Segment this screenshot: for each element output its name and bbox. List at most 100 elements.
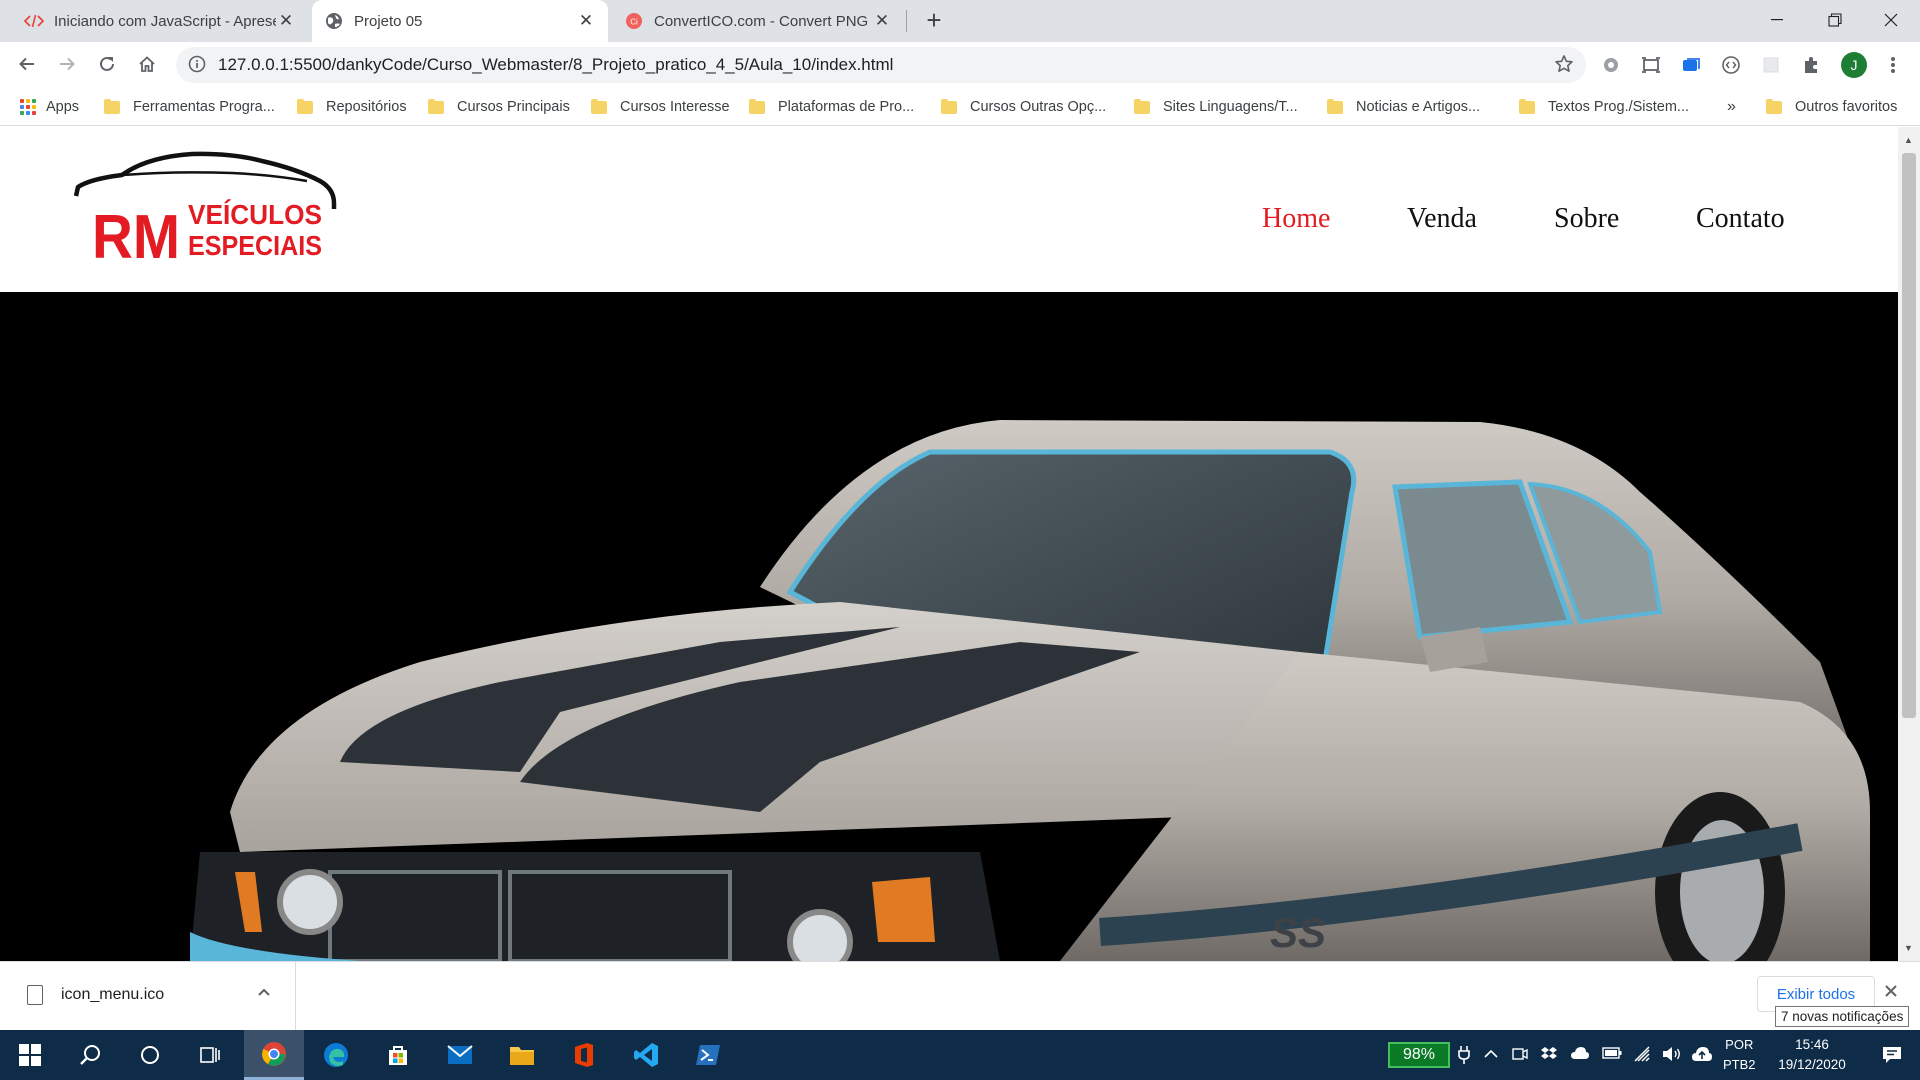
converter-icon: Ci xyxy=(624,11,644,31)
scroll-up-icon[interactable]: ▲ xyxy=(1904,135,1913,145)
new-tab-button[interactable]: + xyxy=(919,6,949,36)
folder-icon xyxy=(1134,98,1150,114)
logo-letters: RM xyxy=(92,203,180,261)
svg-text:Ci: Ci xyxy=(630,18,638,27)
input-language[interactable]: POR PTB2 xyxy=(1723,1035,1756,1075)
nav-sobre[interactable]: Sobre xyxy=(1554,203,1619,235)
download-item[interactable]: icon_menu.ico xyxy=(0,962,296,1030)
menu-dots-icon[interactable] xyxy=(1880,52,1906,78)
hero-car-image: SS xyxy=(190,420,1870,961)
file-explorer-taskbar-icon[interactable] xyxy=(492,1030,552,1080)
hero-badge-text: SS xyxy=(1270,909,1326,956)
profile-avatar[interactable]: J xyxy=(1841,52,1867,78)
bookmark-folder[interactable]: Repositórios xyxy=(297,97,407,117)
site-logo[interactable]: RM VEÍCULOS ESPECIAIS xyxy=(72,151,342,261)
bookmark-folder[interactable]: Cursos Principais xyxy=(428,97,570,117)
extension-gear-icon[interactable] xyxy=(1598,52,1624,78)
system-clock[interactable]: 15:46 19/12/2020 xyxy=(1770,1035,1854,1075)
notification-tooltip: 7 novas notificações xyxy=(1775,1006,1910,1027)
bookmark-other-favorites[interactable]: Outros favoritos xyxy=(1766,97,1897,117)
code-extension-icon[interactable] xyxy=(1718,52,1744,78)
close-tab-icon[interactable]: ✕ xyxy=(872,11,892,31)
folder-icon xyxy=(749,98,765,114)
screenshot-extension-icon[interactable] xyxy=(1638,52,1664,78)
office-taskbar-icon[interactable] xyxy=(554,1030,614,1080)
bookmark-folder[interactable]: Textos Prog./Sistem... xyxy=(1519,97,1689,117)
tab-projeto-05[interactable]: Projeto 05 ✕ xyxy=(312,0,608,42)
cortana-icon[interactable] xyxy=(120,1030,180,1080)
puzzle-extensions-icon[interactable] xyxy=(1798,52,1824,78)
dropbox-icon[interactable] xyxy=(1540,1046,1558,1065)
cloud-upload-icon[interactable] xyxy=(1691,1046,1713,1065)
globe-icon xyxy=(324,11,344,31)
minimize-icon[interactable] xyxy=(1748,0,1806,40)
chrome-taskbar-icon[interactable] xyxy=(244,1030,304,1080)
hero-banner: SS xyxy=(0,292,1898,961)
close-tab-icon[interactable]: ✕ xyxy=(576,11,596,31)
bookmark-folder[interactable]: Plataformas de Pro... xyxy=(749,97,914,117)
info-icon[interactable] xyxy=(188,55,206,77)
folder-icon xyxy=(104,98,120,114)
page-scrollbar[interactable]: ▲ ▼ xyxy=(1898,127,1920,961)
chevron-up-icon[interactable] xyxy=(257,984,271,1001)
powershell-taskbar-icon[interactable] xyxy=(678,1030,738,1080)
search-icon[interactable] xyxy=(60,1030,120,1080)
scroll-thumb[interactable] xyxy=(1902,153,1916,718)
onedrive-cloud-icon[interactable] xyxy=(1570,1046,1590,1063)
download-filename[interactable]: icon_menu.ico xyxy=(61,986,164,1004)
folder-icon xyxy=(591,98,607,114)
nav-home[interactable]: Home xyxy=(1262,203,1330,235)
wifi-icon[interactable] xyxy=(1634,1046,1652,1065)
nav-venda[interactable]: Venda xyxy=(1407,203,1477,235)
chevron-up-tray-icon[interactable] xyxy=(1484,1046,1498,1065)
window-close-icon[interactable] xyxy=(1862,0,1920,40)
folder-icon xyxy=(297,98,313,114)
apps-grid-icon xyxy=(20,99,36,115)
file-icon xyxy=(27,985,43,1005)
home-icon[interactable] xyxy=(130,47,164,81)
tab-javascript[interactable]: Iniciando com JavaScript - Apresentação … xyxy=(12,0,308,42)
battery-tray-icon[interactable] xyxy=(1602,1046,1622,1062)
windows-start-icon[interactable] xyxy=(0,1030,60,1080)
bookmark-star-icon[interactable] xyxy=(1554,54,1574,78)
bookmark-folder[interactable]: Ferramentas Progra... xyxy=(104,97,275,117)
meet-now-icon[interactable] xyxy=(1512,1046,1528,1065)
store-taskbar-icon[interactable] xyxy=(368,1030,428,1080)
bookmark-folder[interactable]: Cursos Outras Opç... xyxy=(941,97,1106,117)
battery-indicator[interactable]: 98% xyxy=(1388,1042,1450,1068)
page-viewport: RM VEÍCULOS ESPECIAIS Home Venda Sobre C… xyxy=(0,127,1898,961)
blank-extension-icon[interactable] xyxy=(1758,52,1784,78)
reload-icon[interactable] xyxy=(90,47,124,81)
tab-title: Projeto 05 xyxy=(354,12,423,30)
close-tab-icon[interactable]: ✕ xyxy=(276,11,296,31)
bookmark-folder[interactable]: Cursos Interesse xyxy=(591,97,730,117)
browser-toolbar: 127.0.0.1:5500/dankyCode/Curso_Webmaster… xyxy=(0,42,1920,88)
mail-taskbar-icon[interactable] xyxy=(430,1030,490,1080)
site-header: RM VEÍCULOS ESPECIAIS Home Venda Sobre C… xyxy=(0,127,1898,292)
forward-icon[interactable] xyxy=(50,47,84,81)
bookmark-folder[interactable]: Noticias e Artigos... xyxy=(1327,97,1480,117)
power-plug-icon[interactable] xyxy=(1458,1046,1470,1067)
notification-center-icon[interactable] xyxy=(1864,1030,1920,1080)
docs-extension-icon[interactable] xyxy=(1678,52,1704,78)
logo-line1: VEÍCULOS xyxy=(188,199,322,230)
bookmark-folder[interactable]: Sites Linguagens/T... xyxy=(1134,97,1298,117)
scroll-down-icon[interactable]: ▼ xyxy=(1904,943,1913,953)
task-view-icon[interactable] xyxy=(180,1030,240,1080)
tab-converter[interactable]: Ci ConvertICO.com - Convert PNG to ICO ✕ xyxy=(612,0,904,42)
logo-line2: ESPECIAIS xyxy=(188,230,322,261)
browser-tab-bar: Iniciando com JavaScript - Apresentação … xyxy=(0,0,1920,42)
bookmark-apps[interactable]: Apps xyxy=(20,97,79,117)
back-icon[interactable] xyxy=(10,47,44,81)
url-text[interactable]: 127.0.0.1:5500/dankyCode/Curso_Webmaster… xyxy=(218,55,893,75)
restore-icon[interactable] xyxy=(1806,0,1864,40)
nav-contato[interactable]: Contato xyxy=(1696,203,1785,235)
windows-taskbar: 98% POR PTB2 15:46 19/12/2020 xyxy=(0,1030,1920,1080)
downloads-bar: icon_menu.ico Exibir todos xyxy=(0,961,1920,1030)
address-bar[interactable]: 127.0.0.1:5500/dankyCode/Curso_Webmaster… xyxy=(176,47,1586,83)
volume-icon[interactable] xyxy=(1662,1046,1682,1065)
vscode-taskbar-icon[interactable] xyxy=(616,1030,676,1080)
edge-taskbar-icon[interactable] xyxy=(306,1030,366,1080)
close-downloads-icon[interactable] xyxy=(1884,984,1898,1002)
bookmarks-overflow-button[interactable]: » xyxy=(1727,97,1736,117)
